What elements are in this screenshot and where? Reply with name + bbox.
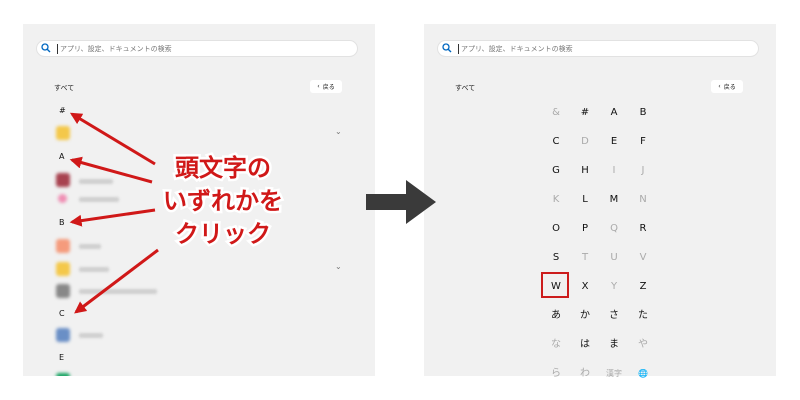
letter-index-S[interactable]: S (544, 247, 568, 269)
search-placeholder: アプリ、設定、ドキュメントの検索 (60, 45, 172, 53)
letter-index-Z[interactable]: Z (631, 276, 655, 298)
letter-index-T: T (581, 252, 589, 263)
letter-index-さ[interactable]: さ (602, 305, 626, 327)
letter-index-R[interactable]: R (631, 218, 655, 240)
letter-index-漢字: 漢字 (606, 369, 622, 378)
letter-index-O[interactable]: O (544, 218, 568, 240)
arrow-right-icon (366, 180, 436, 224)
letter-index-K: K (552, 194, 560, 205)
letter-index-L[interactable]: L (573, 189, 597, 211)
group-header-c[interactable]: C (59, 309, 65, 318)
text-caret (57, 44, 58, 54)
letter-index-D: D (581, 136, 589, 147)
blurred-app-icon[interactable] (56, 126, 70, 140)
letter-index-X[interactable]: X (573, 276, 597, 298)
letter-index-や: や (638, 339, 648, 350)
blurred-app-name (79, 289, 157, 294)
letter-index-わ: わ (580, 368, 590, 379)
blurred-app-icon[interactable] (56, 239, 70, 253)
search-box[interactable]: アプリ、設定、ドキュメントの検索 (36, 40, 358, 57)
group-header-hash[interactable]: # (59, 106, 66, 115)
letter-index-panel: アプリ、設定、ドキュメントの検索 すべて ‹ 戻る (424, 24, 776, 376)
letter-index-&: & (552, 107, 560, 118)
letter-index-C[interactable]: C (544, 131, 568, 153)
all-apps-heading: すべて (54, 84, 75, 92)
letter-index-Q: Q (610, 223, 618, 234)
letter-index-A[interactable]: A (602, 102, 626, 124)
letter-index-V: V (639, 252, 647, 263)
blurred-app-name (79, 244, 101, 249)
blurred-app-icon[interactable] (58, 194, 67, 203)
letter-index-M[interactable]: M (602, 189, 626, 211)
text-caret (458, 44, 459, 54)
blurred-app-icon[interactable] (56, 262, 70, 276)
chevron-left-icon: ‹ (718, 83, 721, 90)
letter-index-N: N (639, 194, 647, 205)
letter-index-か[interactable]: か (573, 305, 597, 327)
blurred-app-icon[interactable] (56, 173, 70, 187)
letter-index-E[interactable]: E (602, 131, 626, 153)
letter-index-Y: Y (610, 281, 618, 292)
letter-index-ま[interactable]: ま (602, 334, 626, 356)
blurred-app-icon[interactable] (56, 328, 70, 342)
letter-index-B[interactable]: B (631, 102, 655, 124)
letter-index-は[interactable]: は (573, 334, 597, 356)
letter-index-G[interactable]: G (544, 160, 568, 182)
search-icon (41, 43, 51, 53)
letter-index-た[interactable]: た (631, 305, 655, 327)
search-box[interactable]: アプリ、設定、ドキュメントの検索 (437, 40, 759, 57)
letter-index-H[interactable]: H (573, 160, 597, 182)
letter-index-あ[interactable]: あ (544, 305, 568, 327)
blurred-app-name (79, 333, 103, 338)
search-placeholder: アプリ、設定、ドキュメントの検索 (461, 45, 573, 53)
letter-index-🌐: 🌐 (638, 369, 648, 378)
chevron-down-icon[interactable]: ⌄ (335, 127, 342, 136)
letter-index-J: J (641, 165, 645, 176)
blurred-app-name (79, 197, 119, 202)
blurred-app-name (79, 267, 109, 272)
blurred-app-name (79, 179, 113, 184)
blurred-app-icon[interactable] (56, 373, 70, 376)
group-header-a[interactable]: A (59, 152, 64, 161)
chevron-down-icon[interactable]: ⌄ (335, 262, 342, 271)
back-button[interactable]: ‹ 戻る (310, 80, 342, 93)
letter-index-F[interactable]: F (631, 131, 655, 153)
letter-index-U: U (610, 252, 618, 263)
blurred-app-icon[interactable] (56, 284, 70, 298)
group-header-e[interactable]: E (59, 353, 64, 362)
chevron-left-icon: ‹ (317, 83, 320, 90)
search-icon (442, 43, 452, 53)
back-button[interactable]: ‹ 戻る (711, 80, 743, 93)
annotation-text: 頭文字の いずれかを クリック (161, 152, 286, 251)
letter-index-ら: ら (551, 368, 561, 379)
all-apps-heading: すべて (455, 84, 476, 92)
highlight-box (541, 272, 569, 298)
letter-index-#[interactable]: # (573, 102, 597, 124)
group-header-b[interactable]: B (59, 218, 65, 227)
letter-index-I: I (612, 165, 616, 176)
letter-index-P[interactable]: P (573, 218, 597, 240)
letter-index-な: な (551, 339, 561, 350)
